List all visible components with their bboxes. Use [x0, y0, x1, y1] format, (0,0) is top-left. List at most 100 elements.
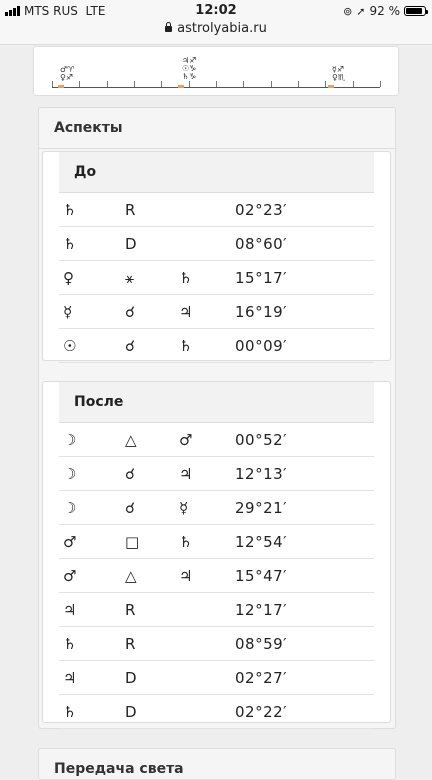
- aspect-degree: 15°17′: [235, 269, 288, 287]
- planet-a: ☽: [63, 465, 77, 483]
- zodiac-strip: ♂♈ ♀♐ ♃♐ ☉♑ ♄♑ ☿♐ ♀♏: [33, 46, 399, 96]
- planet-a: ♂: [63, 533, 77, 551]
- aspect-degree: 16°19′: [235, 303, 288, 321]
- planet-a: ☽: [63, 431, 77, 449]
- aspect-row: ♂ □ ♄ 12°54′: [59, 525, 374, 559]
- planet-group-3: ☿♐ ♀♏: [332, 65, 346, 82]
- aspect-symbol: R: [125, 601, 136, 619]
- status-bar: MTS RUS LTE 12:02 ⊚ ➚ 92 %: [0, 2, 432, 20]
- planet-a: ♃: [63, 601, 77, 619]
- aspect-symbol: ☌: [125, 499, 136, 517]
- strip-tick: [216, 81, 217, 87]
- aspect-row: ☽ △ ♂ 00°52′: [59, 423, 374, 457]
- aspect-row: ♃ D 02°27′: [59, 661, 374, 695]
- light-transfer-panel: Передача света: [38, 748, 396, 780]
- planet-group-2: ♃♐ ☉♑ ♄♑: [182, 56, 197, 81]
- aspect-symbol: △: [125, 567, 137, 585]
- strip-tick: [298, 81, 299, 87]
- planet-a: ♄: [63, 703, 77, 721]
- aspect-symbol: ☌: [125, 465, 136, 483]
- aspect-symbol: D: [125, 235, 137, 253]
- aspect-degree: 12°54′: [235, 533, 288, 551]
- planet-b: ♃: [179, 465, 193, 483]
- battery-percent: 92 %: [369, 4, 401, 18]
- aspect-row: ☽ ☌ ♃ 12°13′: [59, 457, 374, 491]
- strip-tick: [161, 81, 163, 87]
- aspect-degree: 12°17′: [235, 601, 288, 619]
- aspect-degree: 08°59′: [235, 635, 288, 653]
- url-text: astrolyabia.ru: [177, 21, 267, 36]
- aspect-row: ☉ ☌ ♄ 00°09′: [59, 329, 374, 363]
- aspect-degree: 00°52′: [235, 431, 288, 449]
- planet-a: ♄: [63, 635, 77, 653]
- strip-tick: [352, 81, 354, 87]
- battery-icon: [404, 6, 428, 16]
- aspect-degree: 02°23′: [235, 201, 288, 219]
- aspects-after-box: После ☽ △ ♂ 00°52′ ☽ ☌ ♃ 12°13′ ☽ ☌ ☿ 29°21′ ♂ □ ♄ 12°5…: [42, 381, 391, 729]
- aspect-symbol: R: [125, 635, 136, 653]
- planet-a: ♄: [63, 201, 77, 219]
- aspect-row: ☽ ☌ ☿ 29°21′: [59, 491, 374, 525]
- before-title: До: [59, 152, 374, 193]
- strip-tick: [106, 81, 108, 87]
- aspect-degree: 02°22′: [235, 703, 288, 721]
- aspect-symbol: D: [125, 703, 137, 721]
- aspect-symbol: ☌: [125, 337, 136, 355]
- aspect-row: ♂ △ ♃ 15°47′: [59, 559, 374, 593]
- planet-group-1: ♂♈ ♀♐: [60, 65, 75, 82]
- aspect-row: ♄ R 08°59′: [59, 627, 374, 661]
- planet-b: ☿: [179, 499, 189, 517]
- aspect-symbol: D: [125, 669, 137, 687]
- planet-b: ♂: [179, 431, 193, 449]
- planet-a: ♃: [63, 669, 77, 687]
- aspect-degree: 08°60′: [235, 235, 288, 253]
- strip-marker: [178, 85, 184, 88]
- location-icon: ➚: [356, 4, 366, 18]
- aspects-title: Аспекты: [39, 108, 395, 149]
- aspect-degree: 02°27′: [235, 669, 288, 687]
- strip-marker: [328, 85, 334, 88]
- browser-top-bar: MTS RUS LTE 12:02 ⊚ ➚ 92 % astrolyabia.r…: [0, 0, 432, 45]
- aspect-symbol: ☌: [125, 303, 136, 321]
- planet-a: ♄: [63, 235, 77, 253]
- strip-tick: [52, 81, 53, 87]
- after-title: После: [59, 382, 374, 423]
- aspect-row: ♄ R 02°23′: [59, 193, 374, 227]
- aspect-degree: 15°47′: [235, 567, 288, 585]
- planet-b: ♄: [179, 337, 193, 355]
- aspect-row: ♃ R 12°17′: [59, 593, 374, 627]
- planet-b: ♃: [179, 567, 193, 585]
- lock-icon: [165, 22, 173, 32]
- aspect-row: ♄ D 02°22′: [59, 695, 374, 729]
- planet-b: ♄: [179, 533, 193, 551]
- planet-a: ☉: [63, 337, 77, 355]
- planet-a: ☿: [63, 303, 73, 321]
- strip-tick: [243, 81, 245, 87]
- strip-tick: [325, 81, 327, 87]
- strip-tick: [79, 81, 81, 87]
- aspect-symbol: △: [125, 431, 137, 449]
- strip-tick: [188, 81, 190, 87]
- rotation-lock-icon: ⊚: [343, 4, 353, 18]
- light-transfer-title: Передача света: [54, 761, 184, 777]
- aspect-degree: 00°09′: [235, 337, 288, 355]
- aspect-degree: 12°13′: [235, 465, 288, 483]
- strip-tick: [380, 81, 381, 87]
- url-bar[interactable]: astrolyabia.ru: [0, 21, 432, 36]
- planet-a: ♂: [63, 567, 77, 585]
- aspects-before-box: До ♄ R 02°23′ ♄ D 08°60′ ♀ ⚹ ♄ 15°17′ ☿ ☌ ♃ 16°19′ ☉ ☌ ♄…: [42, 151, 391, 363]
- planet-a: ♀: [63, 269, 74, 287]
- planet-a: ☽: [63, 499, 77, 517]
- strip-tick: [270, 81, 272, 87]
- aspect-row: ☿ ☌ ♃ 16°19′: [59, 295, 374, 329]
- aspect-row: ♄ D 08°60′: [59, 227, 374, 261]
- aspect-symbol: ⚹: [125, 269, 135, 287]
- planet-b: ♄: [179, 269, 193, 287]
- aspect-row: ♀ ⚹ ♄ 15°17′: [59, 261, 374, 295]
- planet-b: ♃: [179, 303, 193, 321]
- strip-tick: [134, 81, 135, 87]
- aspect-symbol: □: [125, 533, 140, 551]
- strip-marker: [58, 85, 64, 88]
- aspect-symbol: R: [125, 201, 136, 219]
- aspect-degree: 29°21′: [235, 499, 288, 517]
